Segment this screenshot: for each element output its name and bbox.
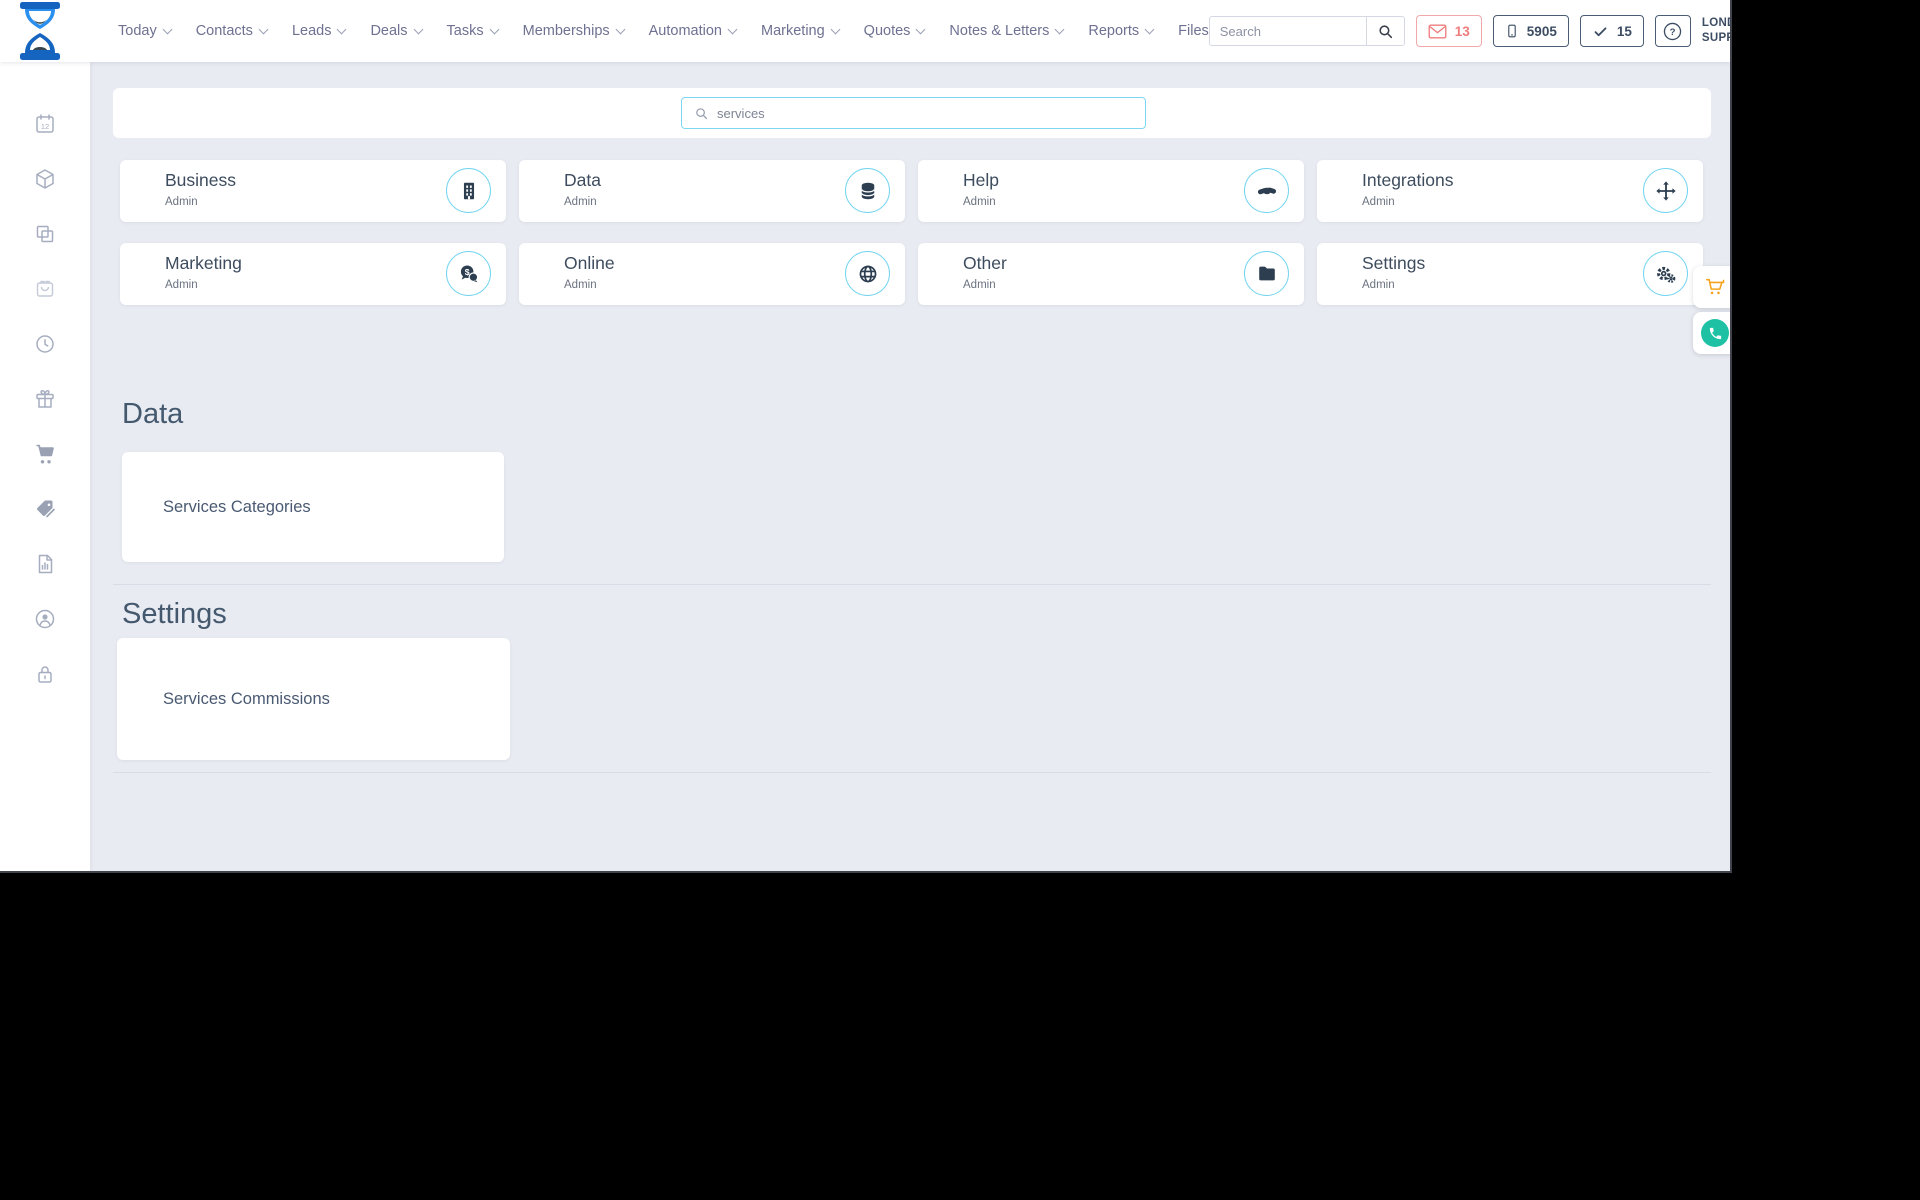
mail-badge-button[interactable]: 13 (1415, 15, 1482, 47)
nav-item-files[interactable]: Files (1178, 23, 1209, 39)
section-heading-settings: Settings (122, 598, 227, 630)
floating-cart-button[interactable] (1693, 266, 1730, 308)
phone-badge-button[interactable]: 5905 (1492, 15, 1569, 47)
search-icon (1379, 24, 1392, 38)
topbar-right-cluster: 13 5905 15 ? LONDON SUPPORT (1208, 11, 1730, 51)
chevron-down-icon (830, 24, 841, 34)
admin-search-box (681, 97, 1146, 129)
category-card-marketing[interactable]: Marketing Admin $ (120, 243, 506, 305)
mobile-phone-icon (1508, 24, 1516, 38)
chevron-down-icon (1054, 24, 1065, 34)
chevron-down-icon (162, 24, 173, 34)
category-card-data[interactable]: Data Admin (519, 160, 905, 222)
tags-icon[interactable] (33, 497, 57, 521)
app-window: Today Contacts Leads Deals Tasks Members… (0, 0, 1730, 871)
category-card-online[interactable]: Online Admin (519, 243, 905, 305)
category-card-integrations[interactable]: Integrations Admin (1317, 160, 1703, 222)
phone-count: 5905 (1526, 23, 1557, 39)
check-count: 15 (1616, 23, 1632, 39)
chevron-down-icon (258, 24, 269, 34)
global-search-input[interactable] (1209, 23, 1366, 39)
svg-text:?: ? (1670, 27, 1676, 38)
nav-item-automation[interactable]: Automation (649, 23, 738, 39)
question-icon: ? (1664, 22, 1682, 40)
user-name: LONDON SUPPORT (1701, 17, 1730, 44)
mail-count: 13 (1454, 23, 1470, 39)
item-card-services-categories[interactable]: Services Categories (122, 452, 504, 562)
floating-phone-button[interactable] (1693, 312, 1730, 354)
category-card-business[interactable]: Business Admin (120, 160, 506, 222)
handshake-icon (1257, 187, 1276, 194)
category-card-settings[interactable]: Settings Admin (1317, 243, 1703, 305)
search-button[interactable] (1365, 17, 1404, 45)
chevron-down-icon (915, 24, 926, 34)
globe-icon (859, 265, 876, 282)
nav-item-contacts[interactable]: Contacts (196, 23, 269, 39)
check-icon (1594, 26, 1607, 36)
admin-search-input[interactable] (717, 105, 1133, 121)
chevron-down-icon (489, 24, 500, 34)
chevron-down-icon (413, 24, 423, 34)
global-search (1208, 16, 1405, 46)
lock-icon[interactable] (33, 662, 57, 686)
gift-icon[interactable] (33, 387, 57, 411)
phone-icon (1709, 327, 1721, 339)
cart-icon[interactable] (33, 442, 57, 466)
svg-text:12: 12 (41, 122, 49, 131)
help-button[interactable]: ? (1654, 15, 1691, 47)
category-card-help[interactable]: Help Admin (918, 160, 1304, 222)
calendar-icon[interactable]: 12 (33, 112, 57, 136)
nav-item-deals[interactable]: Deals (370, 23, 423, 39)
top-bar: Today Contacts Leads Deals Tasks Members… (0, 0, 1730, 62)
nav-item-tasks[interactable]: Tasks (447, 23, 500, 39)
search-icon (696, 107, 708, 119)
chevron-down-icon (1144, 24, 1155, 34)
envelope-icon (1428, 24, 1447, 38)
nav-item-memberships[interactable]: Memberships (523, 23, 626, 39)
section-divider (113, 772, 1711, 773)
section-divider (113, 584, 1711, 585)
nav-item-leads[interactable]: Leads (292, 23, 347, 39)
cart-icon (1705, 278, 1725, 295)
chevron-down-icon (615, 24, 626, 34)
nav-item-marketing[interactable]: Marketing (761, 23, 841, 39)
cube-icon[interactable] (33, 167, 57, 191)
camera-icon[interactable] (33, 277, 57, 301)
chevron-down-icon (337, 24, 347, 34)
category-card-other[interactable]: Other Admin (918, 243, 1304, 305)
nav-item-reports[interactable]: Reports (1088, 23, 1155, 39)
user-circle-icon[interactable] (33, 607, 57, 631)
building-icon (463, 182, 474, 199)
report-document-icon[interactable] (33, 552, 57, 576)
chevron-down-icon (727, 24, 738, 34)
history-clock-icon[interactable] (33, 332, 57, 356)
section-heading-data: Data (122, 398, 184, 430)
move-arrows-icon (1655, 180, 1676, 201)
money-chat-icon: $ (460, 264, 478, 282)
sidebar: 12 (0, 62, 90, 871)
nav-item-notes-letters[interactable]: Notes & Letters (949, 23, 1065, 39)
database-icon (860, 182, 875, 199)
item-card-services-commissions[interactable]: Services Commissions (117, 638, 510, 760)
main-navigation: Today Contacts Leads Deals Tasks Members… (118, 23, 1209, 39)
folder-icon (1258, 266, 1275, 280)
copy-icon[interactable] (33, 222, 57, 246)
hourglass-logo-icon[interactable] (18, 2, 62, 60)
nav-item-quotes[interactable]: Quotes (864, 23, 926, 39)
tasks-badge-button[interactable]: 15 (1579, 15, 1644, 47)
nav-item-today[interactable]: Today (118, 23, 173, 39)
gears-icon (1656, 266, 1675, 283)
